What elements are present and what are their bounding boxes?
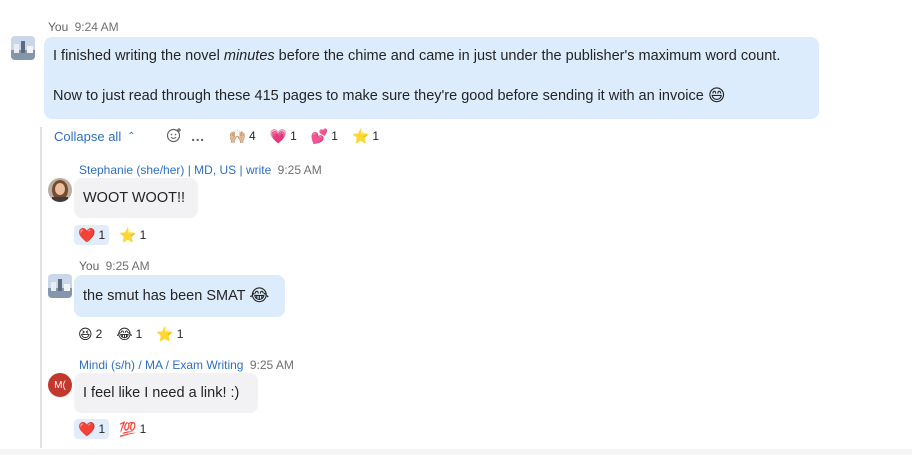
avatar-initials[interactable]: M( (48, 373, 72, 397)
message-text: the smut has been SMAT (83, 288, 246, 304)
reply-bubble[interactable]: I feel like I need a link! :) (74, 373, 258, 413)
reply-header: You 9:25 AM (79, 259, 150, 273)
message-toolbar: Collapse all ⌃ … 🙌🏼 4 💗 1 💕 1 ⭐ 1 (54, 126, 389, 146)
author-name[interactable]: Mindi (s/h) / MA / Exam Writing (79, 358, 243, 372)
avatar-photo-icon (11, 36, 35, 60)
message-text: I feel like I need a link! :) (83, 385, 240, 401)
star-icon: ⭐ (119, 227, 137, 243)
reaction-star[interactable]: ⭐ 1 (115, 225, 150, 245)
heart-icon: ❤️ (78, 227, 96, 243)
grinning-face-emoji-icon: 😄 (707, 86, 726, 105)
hundred-points-icon: 💯 (119, 421, 137, 437)
reaction-tears-of-joy[interactable]: 😂 1 (112, 324, 146, 344)
thread-line (40, 127, 42, 448)
add-reaction-icon[interactable] (166, 127, 182, 146)
reaction-star[interactable]: ⭐ 1 (152, 324, 187, 344)
reaction-heart[interactable]: ❤️ 1 (74, 225, 110, 245)
reaction-raised-hands[interactable]: 🙌🏼 4 (225, 126, 260, 146)
timestamp: 9:25 AM (105, 259, 150, 273)
bottom-divider (0, 449, 912, 455)
collapse-all-link[interactable]: Collapse all ⌃ (54, 129, 136, 144)
reaction-hundred-points[interactable]: 💯 1 (115, 419, 150, 439)
author-name[interactable]: Stephanie (she/her) | MD, US | write (79, 163, 271, 177)
reply-bubble[interactable]: the smut has been SMAT 😂 (74, 275, 285, 317)
reply-bubble[interactable]: WOOT WOOT!! (74, 178, 198, 218)
author-name[interactable]: You (48, 20, 68, 34)
raised-hands-icon: 🙌🏼 (228, 128, 247, 144)
reaction-laughing[interactable]: 😆 2 (74, 324, 106, 344)
chevron-up-icon: ⌃ (127, 130, 136, 142)
growing-heart-icon: 💗 (269, 128, 288, 144)
reaction-two-hearts[interactable]: 💕 1 (307, 126, 342, 146)
star-icon: ⭐ (156, 326, 174, 342)
reaction-bar: ❤️ 1 ⭐ 1 (74, 225, 156, 245)
reaction-star[interactable]: ⭐ 1 (348, 126, 383, 146)
star-icon: ⭐ (351, 128, 370, 144)
timestamp: 9:25 AM (277, 163, 322, 177)
two-hearts-icon: 💕 (310, 128, 329, 144)
avatar-photo-icon (48, 274, 72, 298)
more-options-icon[interactable]: … (191, 128, 205, 144)
reaction-growing-heart[interactable]: 💗 1 (266, 126, 301, 146)
avatar-photo-icon (48, 178, 72, 202)
author-name[interactable]: You (79, 259, 99, 273)
reaction-bar: 😆 2 😂 1 ⭐ 1 (74, 324, 193, 344)
reaction-heart[interactable]: ❤️ 1 (74, 419, 110, 439)
tears-of-joy-emoji-icon: 😂 (249, 286, 270, 305)
emphasis-text: minutes (223, 48, 275, 64)
message-text-line: Now to just read through these 415 pages… (53, 86, 726, 105)
message-text: WOOT WOOT!! (83, 190, 186, 206)
reaction-bar: ❤️ 1 💯 1 (74, 419, 156, 439)
avatar[interactable] (48, 274, 72, 298)
tears-of-joy-icon: 😂 (116, 326, 133, 342)
avatar[interactable] (11, 36, 35, 60)
timestamp: 9:24 AM (74, 20, 119, 34)
reply-header: Mindi (s/h) / MA / Exam Writing 9:25 AM (79, 358, 294, 372)
timestamp: 9:25 AM (249, 358, 294, 372)
laughing-face-icon: 😆 (78, 326, 93, 342)
message-bubble[interactable]: I finished writing the novel minutes bef… (44, 37, 819, 119)
heart-icon: ❤️ (78, 421, 96, 437)
avatar[interactable] (48, 178, 72, 202)
message-header: You 9:24 AM (48, 20, 119, 34)
reply-header: Stephanie (she/her) | MD, US | write 9:2… (79, 163, 322, 177)
message-text-line: I finished writing the novel minutes bef… (53, 48, 781, 64)
